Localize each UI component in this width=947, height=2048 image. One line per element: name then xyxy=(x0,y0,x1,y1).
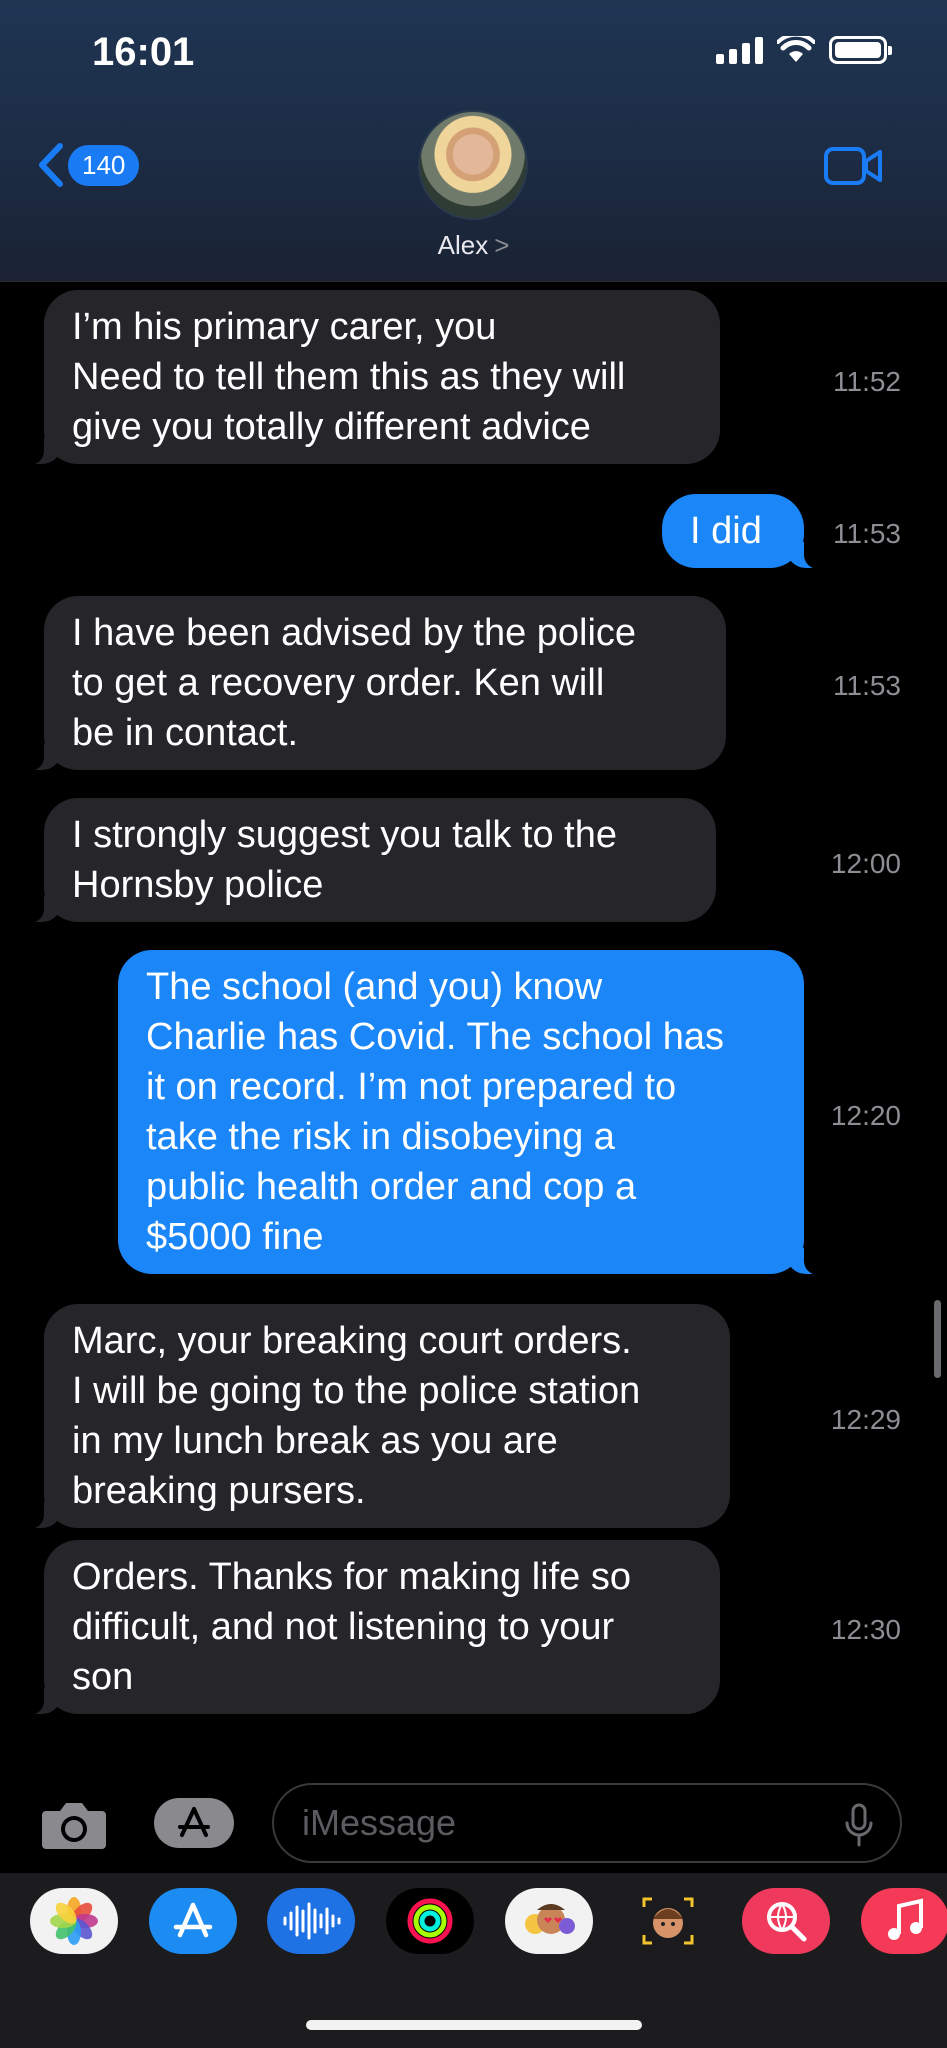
conversation-header: 16:01 140 Alex > xyxy=(0,0,947,282)
memoji-faces-icon xyxy=(525,1904,575,1934)
outgoing-message-bubble[interactable]: The school (and you) know Charlie has Co… xyxy=(118,950,828,1275)
image-search-icon[interactable] xyxy=(742,1888,830,1954)
app-store-button[interactable] xyxy=(154,1798,234,1848)
message-timestamp: 12:29 xyxy=(830,1404,901,1435)
scroll-indicator[interactable] xyxy=(934,1300,941,1378)
audio-message-icon[interactable] xyxy=(267,1888,355,1954)
message-text: I did xyxy=(690,510,762,552)
battery-icon xyxy=(829,36,892,64)
status-icons xyxy=(716,36,892,64)
chevron-right-icon: > xyxy=(494,230,510,260)
incoming-message-bubble[interactable]: I strongly suggest you talk to the Horns… xyxy=(20,798,716,923)
message-input-placeholder: iMessage xyxy=(302,1802,457,1843)
message-text: I’m his primary carer, you Need to tell … xyxy=(72,306,626,448)
contact-name: Alex xyxy=(437,230,489,260)
photos-app-icon[interactable] xyxy=(30,1888,118,1954)
chevron-left-icon xyxy=(39,143,63,187)
message-text: Orders. Thanks for making life so diffic… xyxy=(72,1556,631,1698)
camera-icon[interactable] xyxy=(40,1797,108,1851)
app-store-icon[interactable] xyxy=(149,1888,237,1954)
waveform-icon xyxy=(283,1902,341,1940)
message-timestamp: 12:20 xyxy=(830,1100,901,1131)
music-icon[interactable] xyxy=(861,1888,947,1954)
back-button[interactable]: 140 xyxy=(36,142,140,188)
incoming-message-bubble[interactable]: I have been advised by the police to get… xyxy=(20,596,726,771)
app-store-glyph-icon xyxy=(173,1902,213,1938)
message-text: I have been advised by the police to get… xyxy=(72,612,637,754)
status-time: 16:01 xyxy=(92,30,195,74)
magnifier-globe-icon xyxy=(767,1902,807,1942)
incoming-message-bubble[interactable]: I’m his primary carer, you Need to tell … xyxy=(20,290,720,465)
memoji-stickers-icon[interactable] xyxy=(505,1888,593,1954)
video-call-icon[interactable] xyxy=(823,146,883,186)
app-store-icon xyxy=(178,1807,210,1837)
message-timestamp: 12:00 xyxy=(830,848,901,879)
message-text: Marc, your breaking court orders. I will… xyxy=(72,1320,641,1512)
message-timestamp: 11:52 xyxy=(833,366,901,397)
message-timestamp: 11:53 xyxy=(833,670,901,701)
wifi-icon xyxy=(777,36,815,62)
activity-rings-icon xyxy=(407,1898,453,1944)
contact-avatar[interactable] xyxy=(418,110,528,220)
animoji-face-icon xyxy=(642,1897,694,1945)
incoming-message-bubble[interactable]: Orders. Thanks for making life so diffic… xyxy=(20,1540,720,1715)
microphone-icon[interactable] xyxy=(844,1803,874,1847)
message-timestamp: 11:53 xyxy=(833,518,901,549)
music-note-icon xyxy=(888,1898,923,1940)
message-timestamp: 12:30 xyxy=(830,1614,901,1645)
animoji-icon[interactable] xyxy=(624,1888,712,1954)
outgoing-message-bubble[interactable]: I did xyxy=(662,494,828,569)
message-text: I strongly suggest you talk to the Horns… xyxy=(72,814,617,906)
contact-name-button[interactable]: Alex > xyxy=(0,230,947,261)
message-text: The school (and you) know Charlie has Co… xyxy=(146,966,725,1258)
message-input[interactable]: iMessage xyxy=(272,1783,902,1863)
photos-flower-icon xyxy=(50,1897,98,1945)
incoming-message-bubble[interactable]: Marc, your breaking court orders. I will… xyxy=(20,1304,730,1529)
home-indicator[interactable] xyxy=(306,2020,642,2030)
activity-icon[interactable] xyxy=(386,1888,474,1954)
cellular-signal-icon xyxy=(716,36,763,64)
unread-count-badge: 140 xyxy=(68,144,140,186)
